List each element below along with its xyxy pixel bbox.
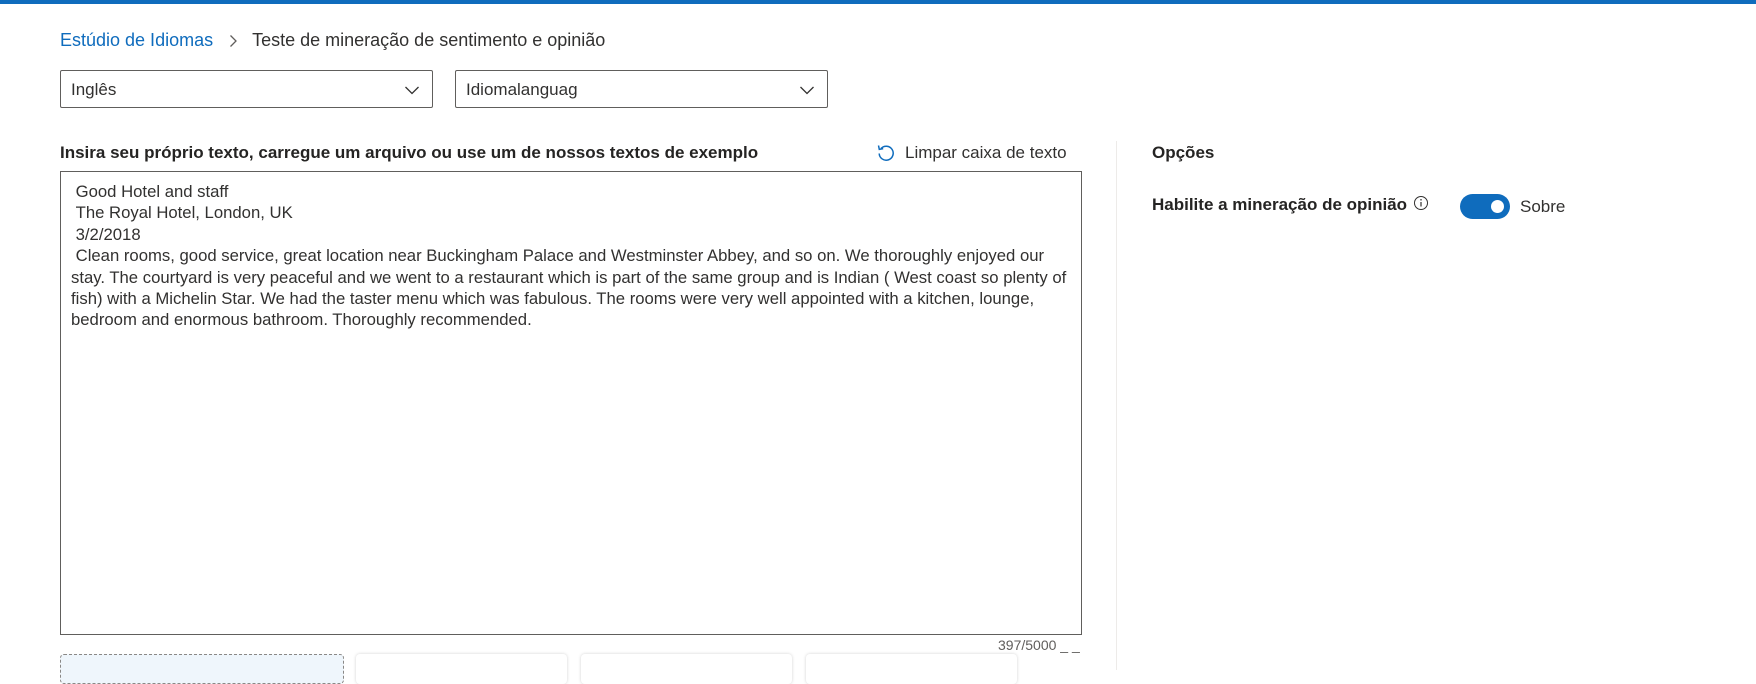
chevron-down-icon xyxy=(800,86,814,95)
opinion-mining-toggle[interactable] xyxy=(1460,194,1510,219)
breadcrumb: Estúdio de Idiomas Teste de mineração de… xyxy=(60,30,605,51)
clear-text-button[interactable]: Limpar caixa de texto xyxy=(876,143,1067,163)
language-dropdown[interactable]: Inglês xyxy=(60,70,433,108)
breadcrumb-current-page: Teste de mineração de sentimento e opini… xyxy=(252,30,606,50)
sample-card-upload[interactable] xyxy=(60,654,344,684)
second-language-dropdown-value: Idiomalanguag xyxy=(466,80,578,99)
text-input-area[interactable]: Good Hotel and staff The Royal Hotel, Lo… xyxy=(60,171,1082,635)
toggle-state-label: Sobre xyxy=(1520,197,1566,216)
text-input-label: Insira seu próprio texto, carregue um ar… xyxy=(60,143,759,162)
info-icon[interactable] xyxy=(1413,195,1429,211)
character-count: 397/5000 _ _ xyxy=(998,637,1080,653)
panel-divider xyxy=(1116,141,1117,670)
options-heading: Opções xyxy=(1152,143,1215,162)
refresh-icon xyxy=(877,145,894,161)
opinion-mining-label: Habilite a mineração de opinião xyxy=(1152,195,1408,214)
toggle-knob xyxy=(1491,200,1504,213)
sample-card[interactable] xyxy=(806,654,1017,684)
top-accent-bar xyxy=(0,0,1756,4)
language-dropdown-value: Inglês xyxy=(71,80,117,99)
clear-text-label: Limpar caixa de texto xyxy=(905,143,1067,162)
breadcrumb-link-language-studio[interactable]: Estúdio de Idiomas xyxy=(60,30,213,51)
second-language-dropdown[interactable]: Idiomalanguag xyxy=(455,70,828,108)
chevron-down-icon xyxy=(405,86,419,95)
sample-card[interactable] xyxy=(356,654,567,684)
chevron-right-icon xyxy=(230,34,238,47)
sample-card[interactable] xyxy=(581,654,792,684)
